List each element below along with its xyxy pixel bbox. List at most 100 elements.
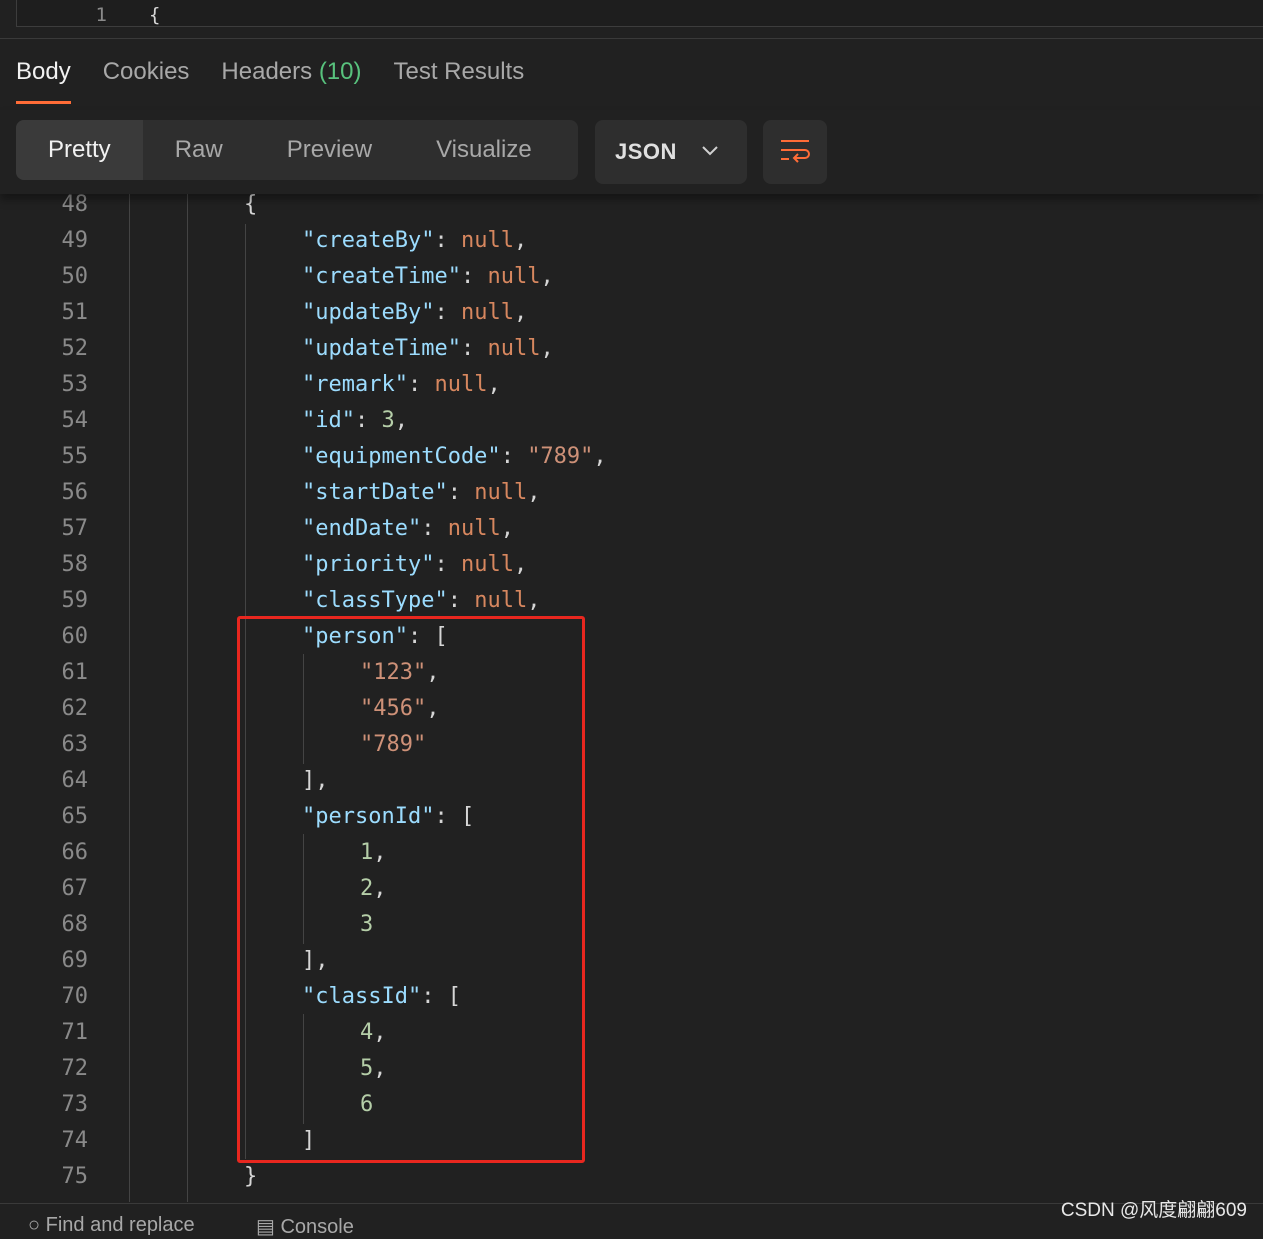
code-token: : — [434, 228, 461, 253]
code-token: "789" — [360, 732, 427, 757]
code-token: "person" — [302, 624, 408, 649]
line-number: 51 — [61, 300, 89, 325]
code-text: 2, — [360, 871, 387, 907]
line-number: 53 — [61, 372, 89, 397]
tab-headers[interactable]: Headers (10) — [221, 56, 361, 104]
code-text: ] — [302, 1123, 315, 1159]
line-number: 60 — [61, 624, 89, 649]
chevron-down-icon — [702, 146, 718, 156]
code-token: , — [373, 1020, 387, 1045]
code-token: null — [474, 480, 528, 505]
code-token: , — [373, 840, 387, 865]
line-number: 49 — [61, 228, 89, 253]
code-text: "startDate": null, — [302, 475, 540, 511]
tab-body[interactable]: Body — [16, 56, 71, 104]
tab-cookies[interactable]: Cookies — [103, 56, 190, 104]
tab-body-label: Body — [16, 58, 71, 85]
code-text: "123", — [360, 655, 439, 691]
line-number: 54 — [61, 408, 89, 433]
line-number: 68 — [61, 912, 89, 937]
code-token: : [ — [407, 624, 448, 649]
code-token: "updateTime" — [302, 336, 461, 361]
code-line: 72 5, — [0, 1051, 1263, 1087]
code-text: } — [244, 1159, 257, 1195]
request-editor-box[interactable]: 1 { — [16, 0, 1263, 27]
code-token: 3 — [360, 912, 374, 937]
code-line: 52 "updateTime": null, — [0, 331, 1263, 367]
code-token: null — [474, 588, 528, 613]
line-number: 61 — [61, 660, 89, 685]
code-token: : — [434, 552, 461, 577]
view-mode-pretty[interactable]: Pretty — [16, 120, 143, 180]
line-number: 56 — [61, 480, 89, 505]
line-number: 72 — [61, 1056, 89, 1081]
code-line: 55 "equipmentCode": "789", — [0, 439, 1263, 475]
code-token: : — [447, 480, 475, 505]
code-token: , — [513, 552, 528, 577]
format-select[interactable]: JSON — [595, 120, 747, 184]
code-text: 3 — [360, 907, 373, 943]
code-line: 66 1, — [0, 835, 1263, 871]
code-line: 74] — [0, 1123, 1263, 1159]
code-token: "startDate" — [302, 480, 448, 505]
code-line: 60 "person": [ — [0, 619, 1263, 655]
code-token: , — [527, 588, 541, 613]
code-token: null — [487, 264, 541, 289]
wrap-lines-icon — [781, 140, 810, 163]
response-code-view[interactable]: 48 {49 "createBy": null, 50 "createTime": nu… — [0, 194, 1263, 1202]
code-token: , — [593, 444, 607, 469]
code-token: , — [540, 336, 554, 361]
view-mode-preview[interactable]: Preview — [255, 120, 404, 180]
code-token: "classType" — [302, 588, 448, 613]
line-number: 62 — [61, 696, 89, 721]
code-text: "456", — [360, 691, 439, 727]
code-text: "personId": [ — [302, 799, 474, 835]
code-line: 59 "classType": null, — [0, 583, 1263, 619]
line-number: 70 — [61, 984, 89, 1009]
code-token: null — [460, 552, 514, 577]
code-line: 48 { — [0, 194, 1263, 223]
find-replace-label: Find and replace — [45, 1214, 195, 1236]
view-mode-raw[interactable]: Raw — [143, 120, 255, 180]
code-text: "789" — [360, 727, 426, 763]
tab-test-results[interactable]: Test Results — [394, 56, 525, 104]
line-number: 57 — [61, 516, 89, 541]
code-token: , — [527, 480, 541, 505]
line-number: 66 — [61, 840, 89, 865]
line-number: 55 — [61, 444, 89, 469]
wrap-lines-button[interactable] — [763, 120, 827, 184]
code-text: "classId": [ — [302, 979, 461, 1015]
headers-count-badge: (10) — [318, 58, 362, 85]
code-token: "classId" — [302, 984, 422, 1009]
code-token: , — [513, 228, 528, 253]
view-mode-switcher: Pretty Raw Preview Visualize — [16, 120, 578, 180]
view-mode-visualize[interactable]: Visualize — [404, 120, 564, 180]
code-line: 57 "endDate": null, — [0, 511, 1263, 547]
code-line: 50 "createTime": null, — [0, 259, 1263, 295]
code-token: null — [460, 228, 514, 253]
line-number: 69 — [61, 948, 89, 973]
code-token: "updateBy" — [302, 300, 435, 325]
find-replace-button[interactable]: ○ Find and replace — [28, 1214, 195, 1237]
request-code[interactable]: { — [149, 4, 160, 26]
code-token: : — [354, 408, 382, 433]
line-number: 74 — [61, 1128, 89, 1153]
code-line: 61 "123", — [0, 655, 1263, 691]
code-token: "priority" — [302, 552, 435, 577]
code-token: : — [407, 372, 435, 397]
code-line: 71 4, — [0, 1015, 1263, 1051]
line-number: 73 — [61, 1092, 89, 1117]
code-token: 5 — [360, 1056, 374, 1081]
code-line: 75} — [0, 1159, 1263, 1195]
code-token: "id" — [302, 408, 355, 433]
response-tabs: Body Cookies Headers (10) Test Results — [16, 56, 556, 106]
code-token: "789" — [527, 444, 594, 469]
code-token: , — [373, 1056, 387, 1081]
code-token: : [ — [421, 984, 461, 1009]
request-body-editor[interactable]: 1 { — [0, 0, 1263, 39]
code-token: "456" — [360, 696, 427, 721]
code-text: "equipmentCode": "789", — [302, 439, 607, 475]
code-token: 2 — [360, 876, 374, 901]
code-token: ] — [302, 1128, 316, 1153]
tab-headers-label: Headers — [221, 58, 313, 85]
